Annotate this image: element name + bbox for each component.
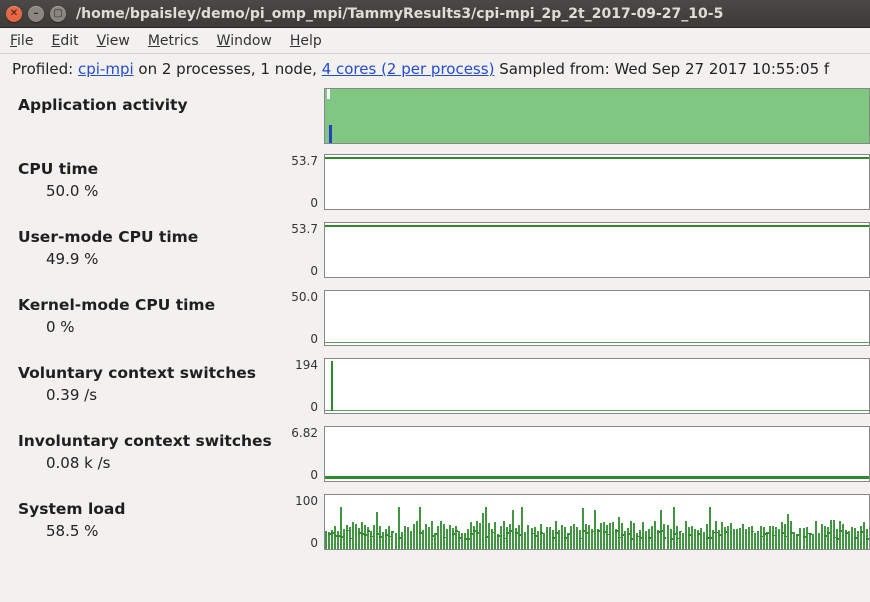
app-activity-blip-blue: [329, 125, 332, 143]
metric-value-cpu-time: 50.0 %: [18, 178, 282, 200]
chart-user-cpu[interactable]: [324, 222, 870, 278]
menu-file[interactable]: File: [10, 33, 33, 49]
metric-value-kernel-cpu: 0 %: [18, 314, 282, 336]
ylabel-vol-max: 194: [295, 358, 318, 372]
menu-view-label: iew: [106, 33, 130, 49]
chart-vol-ctx[interactable]: [324, 358, 870, 414]
metric-value-invol-ctx: 0.08 k /s: [18, 450, 282, 472]
menu-file-label: ile: [17, 33, 33, 49]
menu-window-label: indow: [230, 33, 272, 49]
chart-sys-load[interactable]: [324, 494, 870, 550]
metric-title-vol-ctx: Voluntary context switches: [18, 364, 282, 382]
minimize-icon[interactable]: –: [28, 6, 44, 22]
chart-vol-baseline: [325, 410, 869, 411]
app-activity-blip-white: [327, 89, 330, 99]
profiled-prefix: Profiled:: [12, 60, 78, 78]
metric-value-vol-ctx: 0.39 /s: [18, 382, 282, 404]
chart-cpu-line: [325, 157, 869, 159]
metric-title-invol-ctx: Involuntary context switches: [18, 432, 282, 450]
profiled-mid: on 2 processes, 1 node,: [134, 60, 322, 78]
ylabel-kernel-min: 0: [310, 332, 318, 346]
menu-view[interactable]: View: [97, 33, 130, 49]
ylabel-user-max: 53.7: [291, 222, 318, 236]
window-titlebar: ✕ – ▢ /home/bpaisley/demo/pi_omp_mpi/Tam…: [0, 0, 870, 28]
close-icon[interactable]: ✕: [6, 6, 22, 22]
chart-kernel-line: [325, 342, 869, 343]
menu-help[interactable]: Help: [290, 33, 322, 49]
metric-title-sys-load: System load: [18, 500, 282, 518]
metric-title-user-cpu: User-mode CPU time: [18, 228, 282, 246]
sampled-value: Wed Sep 27 2017 10:55:05 f: [614, 60, 829, 78]
metric-title-kernel-cpu: Kernel-mode CPU time: [18, 296, 282, 314]
menu-help-label: elp: [300, 33, 321, 49]
ylabel-cpu-min: 0: [310, 196, 318, 210]
profile-info-line: Profiled: cpi-mpi on 2 processes, 1 node…: [0, 54, 870, 84]
ylabel-user-min: 0: [310, 264, 318, 278]
menu-edit-label: dit: [60, 33, 78, 49]
chart-invol-ctx[interactable]: [324, 426, 870, 482]
chart-kernel-cpu[interactable]: [324, 290, 870, 346]
metric-value-user-cpu: 49.9 %: [18, 246, 282, 268]
ylabel-load-max: 100: [295, 494, 318, 508]
menu-metrics-label: etrics: [160, 33, 199, 49]
metric-title-app-activity: Application activity: [18, 96, 282, 114]
ylabel-cpu-max: 53.7: [291, 154, 318, 168]
cores-link[interactable]: 4 cores (2 per process): [322, 60, 495, 78]
menu-window[interactable]: Window: [217, 33, 272, 49]
menu-edit[interactable]: Edit: [51, 33, 78, 49]
chart-cpu-time[interactable]: [324, 154, 870, 210]
maximize-icon[interactable]: ▢: [50, 6, 66, 22]
ylabel-vol-min: 0: [310, 400, 318, 414]
metric-title-cpu-time: CPU time: [18, 160, 282, 178]
menubar: File Edit View Metrics Window Help: [0, 28, 870, 54]
metric-value-sys-load: 58.5 %: [18, 518, 282, 540]
window-title: /home/bpaisley/demo/pi_omp_mpi/TammyResu…: [76, 6, 723, 22]
profiled-link[interactable]: cpi-mpi: [78, 60, 134, 78]
chart-app-activity[interactable]: [324, 88, 870, 144]
chart-invol-noiseline: [325, 476, 869, 479]
chart-vol-spike: [331, 361, 333, 411]
sampled-label: Sampled from:: [494, 60, 614, 78]
ylabel-invol-min: 0: [310, 468, 318, 482]
ylabel-load-min: 0: [310, 536, 318, 550]
chart-sys-load-bars: [325, 505, 869, 549]
menu-metrics[interactable]: Metrics: [148, 33, 199, 49]
ylabel-invol-max: 6.82: [291, 426, 318, 440]
ylabel-kernel-max: 50.0: [291, 290, 318, 304]
chart-user-line: [325, 225, 869, 227]
